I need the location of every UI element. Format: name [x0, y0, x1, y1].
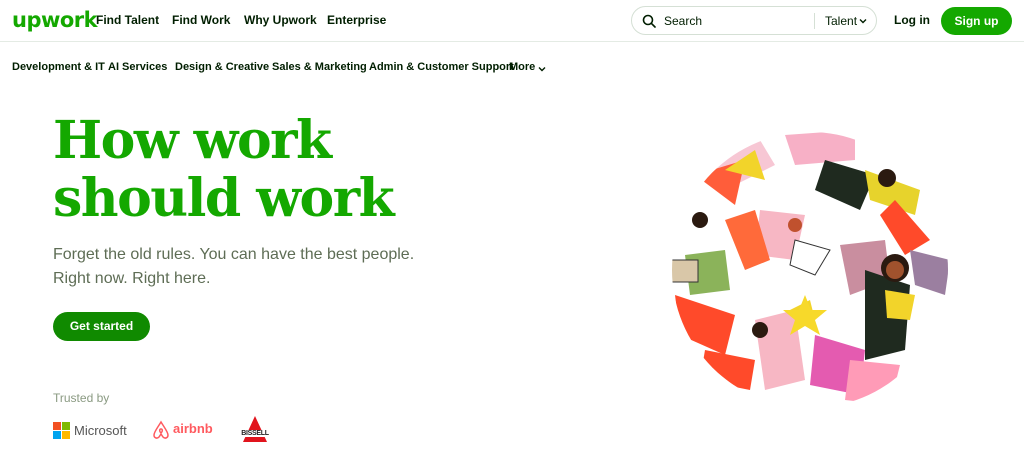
airbnb-logo: airbnb — [152, 420, 216, 440]
chevron-down-icon[interactable] — [538, 65, 546, 73]
category-sales-marketing[interactable]: Sales & Marketing — [272, 61, 367, 73]
search-divider — [814, 13, 815, 29]
top-navigation: upwork Find Talent Find Work Why Upwork … — [0, 0, 1024, 42]
category-ai-services[interactable]: AI Services — [108, 61, 167, 73]
bissell-triangle-icon — [243, 416, 267, 442]
chevron-down-icon[interactable] — [859, 17, 867, 25]
login-link[interactable]: Log in — [894, 13, 930, 27]
bissell-logo-text: BISSELL — [234, 430, 276, 437]
trusted-by-label: Trusted by — [53, 391, 110, 405]
microsoft-windows-icon — [53, 422, 70, 439]
nav-why-upwork[interactable]: Why Upwork — [244, 13, 317, 27]
hero-title-line-1: How work — [53, 110, 332, 171]
upwork-logo[interactable]: upwork — [12, 8, 98, 32]
nav-find-work[interactable]: Find Work — [172, 13, 230, 27]
search-scope-dropdown[interactable]: Talent — [825, 14, 857, 28]
category-development[interactable]: Development & IT — [12, 61, 105, 73]
search-bar[interactable]: Search Talent — [631, 6, 877, 35]
hero-title-line-2: should work — [53, 168, 395, 229]
category-design[interactable]: Design & Creative — [175, 61, 269, 73]
search-input[interactable]: Search — [664, 14, 702, 28]
nav-find-talent[interactable]: Find Talent — [96, 13, 159, 27]
microsoft-logo: Microsoft — [53, 422, 133, 440]
category-admin-support[interactable]: Admin & Customer Support — [369, 61, 514, 73]
bissell-logo: BISSELL — [234, 416, 276, 442]
hero-subtitle: Forget the old rules. You can have the b… — [53, 243, 473, 291]
hero-illustration — [672, 132, 948, 408]
microsoft-logo-text: Microsoft — [74, 423, 127, 438]
nav-enterprise[interactable]: Enterprise — [327, 13, 386, 27]
search-icon — [642, 14, 656, 28]
hero-subtitle-line-1: Forget the old rules. You can have the b… — [53, 246, 415, 263]
hero-title: How work should work — [53, 112, 473, 228]
hero-subtitle-line-2: Right now. Right here. — [53, 270, 211, 287]
airbnb-logo-text: airbnb — [173, 421, 213, 436]
signup-button[interactable]: Sign up — [941, 7, 1012, 35]
get-started-button[interactable]: Get started — [53, 312, 150, 341]
airbnb-belo-icon — [153, 420, 169, 439]
category-more[interactable]: More — [509, 61, 535, 73]
